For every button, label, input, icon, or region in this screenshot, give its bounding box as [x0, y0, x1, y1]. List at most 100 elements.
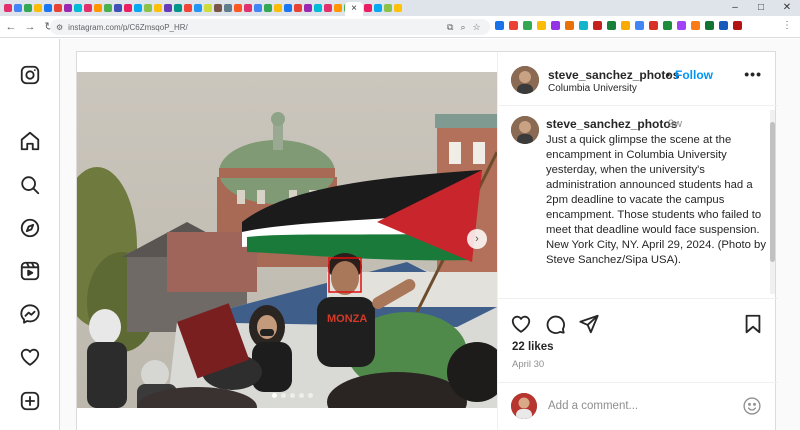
- tab-favicon[interactable]: [254, 4, 262, 12]
- follow-button[interactable]: Follow: [675, 68, 713, 82]
- tab-favicon[interactable]: [184, 4, 192, 12]
- extension-icon[interactable]: [663, 21, 672, 30]
- more-options-icon[interactable]: •••: [744, 66, 762, 82]
- extension-icon[interactable]: [719, 21, 728, 30]
- extension-icon[interactable]: [677, 21, 686, 30]
- share-send-icon[interactable]: [578, 313, 600, 335]
- carousel-next-button[interactable]: ›: [467, 229, 487, 249]
- comment-icon[interactable]: [544, 313, 566, 335]
- post-location[interactable]: Columbia University: [548, 83, 637, 94]
- minimize-button[interactable]: –: [722, 0, 748, 16]
- extensions-row[interactable]: [495, 21, 742, 30]
- comment-input[interactable]: [548, 397, 728, 415]
- tab-favicon[interactable]: [234, 4, 242, 12]
- tab-favicon[interactable]: [384, 4, 392, 12]
- tab-favicon[interactable]: [4, 4, 12, 12]
- tab-favicon[interactable]: [214, 4, 222, 12]
- instagram-logo-icon[interactable]: [18, 63, 42, 87]
- maximize-button[interactable]: □: [748, 0, 774, 16]
- forward-icon[interactable]: →: [22, 21, 38, 33]
- menu-icon[interactable]: ⋮: [782, 20, 792, 31]
- caption-time: 9w: [668, 118, 683, 130]
- tab-favicon[interactable]: [104, 4, 112, 12]
- search-icon[interactable]: [18, 173, 42, 197]
- tab-favicon[interactable]: [274, 4, 282, 12]
- extension-icon[interactable]: [565, 21, 574, 30]
- tab-favicon[interactable]: [224, 4, 232, 12]
- heart-notifications-icon[interactable]: [18, 345, 42, 369]
- create-plus-icon[interactable]: [18, 389, 42, 413]
- tab-favicon[interactable]: [164, 4, 172, 12]
- url-text: instagram.com/p/C6ZmsqoP_HR/: [68, 22, 188, 32]
- tab-favicon[interactable]: [94, 4, 102, 12]
- extension-icon[interactable]: [635, 21, 644, 30]
- zoom-icon[interactable]: ⌕: [460, 19, 465, 35]
- likes-count[interactable]: 22 likes: [512, 341, 554, 353]
- extension-icon[interactable]: [733, 21, 742, 30]
- save-bookmark-icon[interactable]: [742, 313, 764, 335]
- tab-favicon[interactable]: [54, 4, 62, 12]
- post-date: April 30: [512, 359, 545, 370]
- scrollbar-thumb[interactable]: [770, 122, 775, 262]
- back-icon[interactable]: ←: [3, 21, 19, 33]
- extension-icon[interactable]: [705, 21, 714, 30]
- tab-favicon[interactable]: [14, 4, 22, 12]
- tab-favicon[interactable]: [194, 4, 202, 12]
- bookmark-star-icon[interactable]: ☆: [472, 19, 480, 35]
- close-window-button[interactable]: ✕: [774, 0, 800, 16]
- tab-favicon[interactable]: [264, 4, 272, 12]
- tab-favicon[interactable]: [64, 4, 72, 12]
- tab-favicon[interactable]: [284, 4, 292, 12]
- tab-favicon[interactable]: [334, 4, 342, 12]
- tab-favicon[interactable]: [144, 4, 152, 12]
- caption-scrollbar[interactable]: [770, 110, 775, 294]
- tab-favicon[interactable]: [304, 4, 312, 12]
- caption-avatar[interactable]: [511, 116, 539, 144]
- author-avatar[interactable]: [511, 66, 539, 94]
- window-controls: – □ ✕: [722, 0, 800, 16]
- install-icon[interactable]: ⧉: [447, 19, 453, 35]
- address-bar[interactable]: ⚙ instagram.com/p/C6ZmsqoP_HR/: [50, 19, 490, 35]
- reels-icon[interactable]: [18, 259, 42, 283]
- extension-icon[interactable]: [579, 21, 588, 30]
- tab-favicon[interactable]: [174, 4, 182, 12]
- explore-compass-icon[interactable]: [18, 216, 42, 240]
- tab-favicon[interactable]: [34, 4, 42, 12]
- post-photo[interactable]: MONZA ›: [77, 72, 497, 408]
- tab-favicon[interactable]: [134, 4, 142, 12]
- extension-icon[interactable]: [593, 21, 602, 30]
- tab-favicon[interactable]: [84, 4, 92, 12]
- tab-favicon[interactable]: [244, 4, 252, 12]
- tab-favicon[interactable]: [294, 4, 302, 12]
- tab-favicon[interactable]: [374, 4, 382, 12]
- tab-favicon[interactable]: [74, 4, 82, 12]
- extension-icon[interactable]: [537, 21, 546, 30]
- extension-icon[interactable]: [621, 21, 630, 30]
- tab-favicon[interactable]: [114, 4, 122, 12]
- caption-username[interactable]: steve_sanchez_photos: [546, 117, 677, 131]
- tab-favicons[interactable]: [4, 4, 402, 12]
- extension-icon[interactable]: [691, 21, 700, 30]
- messenger-icon[interactable]: [18, 302, 42, 326]
- tab-favicon[interactable]: [324, 4, 332, 12]
- active-tab-close-button[interactable]: ×: [345, 2, 363, 16]
- tab-favicon[interactable]: [124, 4, 132, 12]
- like-heart-icon[interactable]: [510, 313, 532, 335]
- extension-icon[interactable]: [509, 21, 518, 30]
- tab-favicon[interactable]: [154, 4, 162, 12]
- tab-favicon[interactable]: [314, 4, 322, 12]
- home-icon[interactable]: [18, 129, 42, 153]
- extension-icon[interactable]: [551, 21, 560, 30]
- tab-favicon[interactable]: [364, 4, 372, 12]
- tab-favicon[interactable]: [24, 4, 32, 12]
- author-username[interactable]: steve_sanchez_photos: [548, 68, 679, 82]
- tab-favicon[interactable]: [204, 4, 212, 12]
- extension-icon[interactable]: [649, 21, 658, 30]
- emoji-icon[interactable]: [742, 396, 762, 416]
- extension-icon[interactable]: [607, 21, 616, 30]
- tab-favicon[interactable]: [394, 4, 402, 12]
- tab-favicon[interactable]: [44, 4, 52, 12]
- site-info-icon[interactable]: ⚙: [56, 23, 63, 32]
- extension-icon[interactable]: [495, 21, 504, 30]
- extension-icon[interactable]: [523, 21, 532, 30]
